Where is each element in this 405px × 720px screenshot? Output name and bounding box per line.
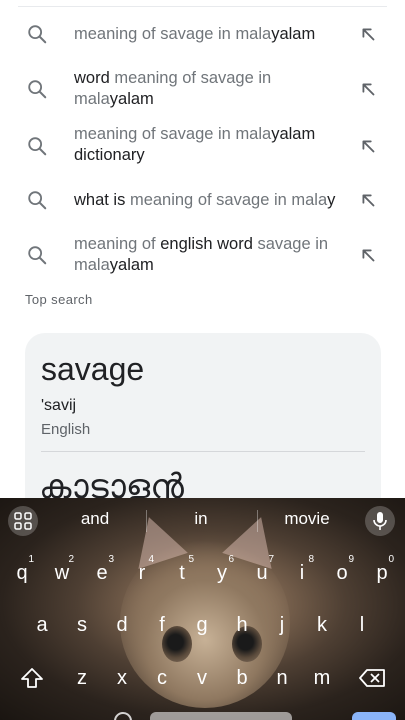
key-a[interactable]: a [24,605,60,645]
keyboard: and in movie q1 w2 e3 r4 t5 y6 u7 i8 o9 … [0,498,405,720]
key-t[interactable]: t5 [164,553,200,593]
key-l[interactable]: l [344,605,380,645]
shift-icon[interactable] [14,658,50,698]
key-f[interactable]: f [144,605,180,645]
keyboard-suggestion[interactable]: and [45,509,145,529]
suggestion-text: what is meaning of savage in malay [74,191,336,209]
key-v[interactable]: v [184,658,220,698]
key-q[interactable]: q1 [4,553,40,593]
top-search-label: Top search [25,292,93,307]
keyboard-suggestion-strip: and in movie [0,498,405,544]
fill-query-arrow-icon[interactable] [357,78,379,100]
key-k[interactable]: k [304,605,340,645]
space-key-partial[interactable] [150,712,292,720]
enter-key-partial[interactable] [352,712,396,720]
dictionary-phonetic: 'savij [41,397,77,414]
key-z[interactable]: z [64,658,100,698]
key-s[interactable]: s [64,605,100,645]
suggestion-item[interactable]: what is meaning of savage in malay [0,174,405,226]
search-icon [28,191,47,210]
fill-query-arrow-icon[interactable] [357,135,379,157]
key-x[interactable]: x [104,658,140,698]
key-i[interactable]: i8 [284,553,320,593]
key-r[interactable]: r4 [124,553,160,593]
suggestion-item[interactable]: meaning of savage in malayalam dictionar… [0,118,405,174]
dictionary-word: savage [41,351,145,387]
key-m[interactable]: m [304,658,340,698]
key-o[interactable]: o9 [324,553,360,593]
key-d[interactable]: d [104,605,140,645]
microphone-icon[interactable] [365,506,395,536]
key-p[interactable]: p0 [364,553,400,593]
key-g[interactable]: g [184,605,220,645]
suggestion-separator [146,510,147,532]
emoji-key-partial[interactable] [114,712,132,720]
backspace-icon[interactable] [354,658,390,698]
top-divider [18,6,387,7]
key-h[interactable]: h [224,605,260,645]
key-c[interactable]: c [144,658,180,698]
key-e[interactable]: e3 [84,553,120,593]
suggestion-item[interactable]: meaning of savage in malayalam [0,8,405,60]
suggestion-text: meaning of english word savage in malaya… [74,235,329,274]
suggestion-text: word meaning of savage in malayalam [74,69,272,108]
key-n[interactable]: n [264,658,300,698]
card-divider [41,451,365,452]
suggestion-text: meaning of savage in malayalam [74,25,316,43]
search-icon [28,246,47,265]
key-b[interactable]: b [224,658,260,698]
search-icon [28,25,47,44]
fill-query-arrow-icon[interactable] [357,189,379,211]
key-y[interactable]: y6 [204,553,240,593]
search-icon [28,137,47,156]
suggestion-item[interactable]: meaning of english word savage in malaya… [0,226,405,284]
search-icon [28,80,47,99]
key-u[interactable]: u7 [244,553,280,593]
suggestion-item[interactable]: word meaning of savage in malayalam [0,60,405,118]
key-w[interactable]: w2 [44,553,80,593]
fill-query-arrow-icon[interactable] [357,23,379,45]
keyboard-suggestion[interactable]: in [151,509,251,529]
keyboard-suggestion[interactable]: movie [257,509,357,529]
apps-grid-icon[interactable] [8,506,38,536]
dictionary-language: English [41,421,91,438]
fill-query-arrow-icon[interactable] [357,244,379,266]
suggestion-text: meaning of savage in malayalam dictionar… [74,125,316,164]
key-j[interactable]: j [264,605,300,645]
